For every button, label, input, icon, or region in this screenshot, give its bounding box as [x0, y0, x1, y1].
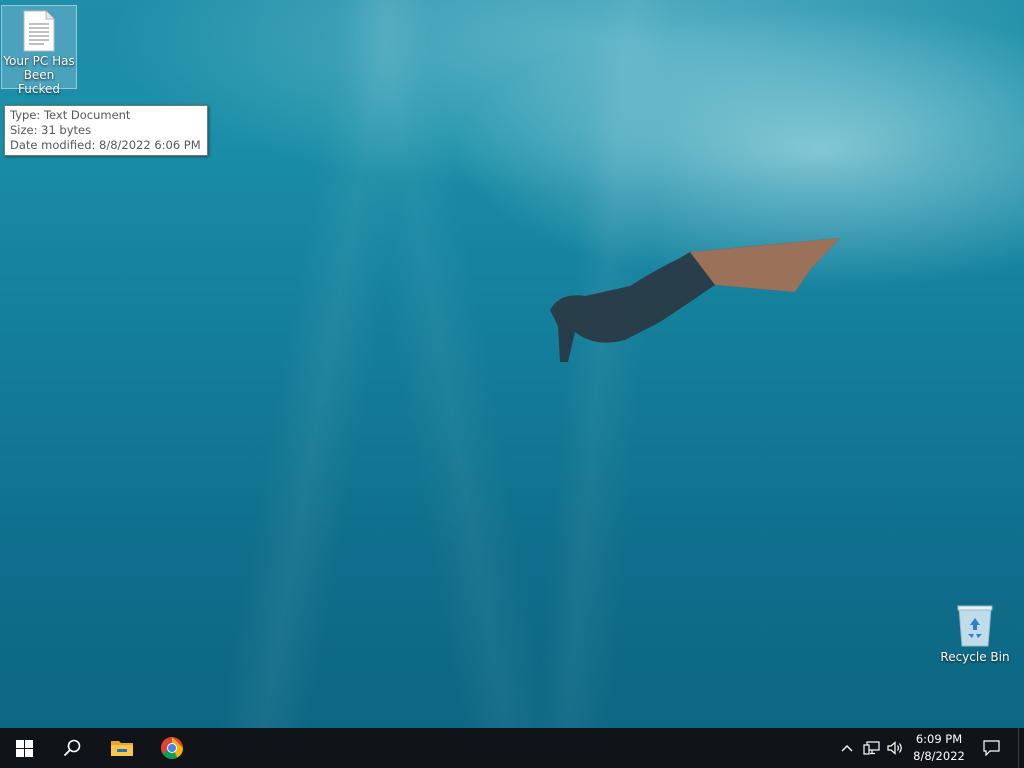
show-desktop-button[interactable] [1018, 728, 1024, 768]
text-document-icon [23, 10, 55, 52]
tooltip-date: Date modified: 8/8/2022 6:06 PM [10, 138, 201, 152]
volume-icon [886, 741, 902, 755]
action-center-button[interactable] [976, 728, 1006, 768]
volume-button[interactable] [884, 728, 906, 768]
desktop-file-icon[interactable]: Your PC Has Been Fucked [1, 5, 77, 96]
recycle-bin[interactable]: Recycle Bin [938, 600, 1012, 664]
search-button[interactable] [48, 728, 96, 768]
tooltip-size: Size: 31 bytes [10, 123, 92, 137]
recycle-bin-label: Recycle Bin [940, 650, 1010, 664]
notification-icon [982, 740, 1000, 756]
file-tooltip: Type: Text Document Size: 31 bytes Date … [4, 105, 208, 156]
wallpaper-swimmer [550, 238, 840, 362]
chrome-icon [161, 737, 183, 759]
search-icon [63, 739, 81, 757]
start-button[interactable] [0, 728, 48, 768]
taskbar-file-explorer[interactable] [98, 728, 146, 768]
clock-time: 6:09 PM [915, 732, 963, 746]
show-hidden-icons-button[interactable] [836, 728, 858, 768]
windows-start-icon [15, 739, 33, 757]
clock-date: 8/8/2022 [913, 749, 965, 763]
tooltip-type: Type: Text Document [10, 108, 131, 122]
desktop-file-label: Your PC Has Been Fucked [3, 54, 75, 96]
chevron-up-icon [841, 745, 853, 752]
network-icon [862, 741, 880, 755]
recycle-bin-icon [957, 605, 993, 647]
taskbar-chrome[interactable] [148, 728, 196, 768]
desktop[interactable]: Your PC Has Been Fucked Type: Text Docum… [0, 0, 1024, 728]
taskbar: 6:09 PM 8/8/2022 [0, 728, 1024, 768]
network-button[interactable] [860, 728, 882, 768]
clock[interactable]: 6:09 PM 8/8/2022 [905, 731, 973, 765]
folder-icon [111, 741, 133, 756]
